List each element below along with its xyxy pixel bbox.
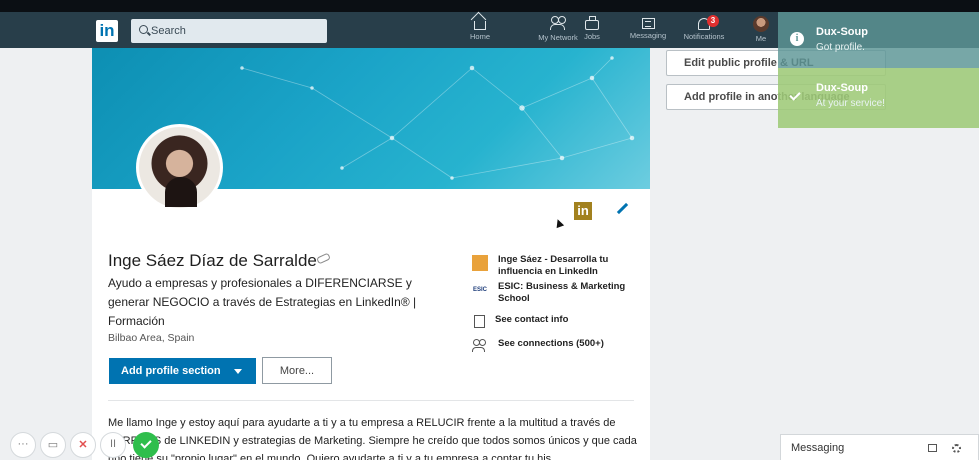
- profile-card: in Inge Sáez Díaz de Sarralde Ayudo a em…: [92, 48, 650, 460]
- linkedin-logo[interactable]: in: [96, 20, 118, 42]
- nav-jobs[interactable]: Jobs: [580, 14, 604, 46]
- profile-name: Inge Sáez Díaz de Sarralde: [108, 251, 317, 270]
- add-profile-section-button[interactable]: Add profile section: [109, 358, 256, 384]
- sidebar-item-education[interactable]: ESIC ESIC: Business & Marketing School: [472, 281, 648, 305]
- duxsoup-title: Dux-Soup: [816, 26, 868, 38]
- screen-share-icon: ▭: [47, 439, 59, 451]
- profile-location: Bilbao Area, Spain: [108, 332, 195, 344]
- nav-me-label: Me: [755, 34, 767, 43]
- messaging-label: Messaging: [791, 442, 845, 454]
- sidebar-item-connections[interactable]: See connections (500+): [472, 338, 648, 355]
- top-strip: [0, 0, 979, 12]
- sidebar-item-label: ESIC: Business & Marketing School: [498, 281, 626, 304]
- me-avatar: [753, 16, 769, 32]
- duxsoup-message: Got profile.: [816, 42, 865, 53]
- close-icon: ✕: [78, 439, 88, 451]
- duxsoup-notification-info[interactable]: i Dux-Soup Got profile.: [778, 12, 979, 68]
- briefcase-icon: [585, 16, 599, 30]
- nav-messaging[interactable]: Messaging: [626, 14, 670, 46]
- search-input[interactable]: [151, 19, 321, 43]
- pause-icon: II: [109, 438, 117, 450]
- sidebar-item-contact-info[interactable]: See contact info: [472, 314, 645, 328]
- esic-logo-icon: ESIC: [472, 287, 487, 293]
- network-icon: [550, 16, 566, 31]
- about-summary: Me llamo Inge y estoy aquí para ayudarte…: [108, 417, 637, 460]
- more-dots-icon: ···: [17, 438, 29, 450]
- home-icon: [474, 21, 486, 30]
- nav-notifications[interactable]: Notifications: [676, 14, 732, 46]
- sidebar-item-label: Inge Sáez - Desarrolla tu influencia en …: [498, 254, 609, 277]
- sidebar-item-label: See contact info: [495, 314, 569, 325]
- nav-my-network-label: My Network: [538, 33, 578, 42]
- nav-my-network[interactable]: My Network: [536, 14, 580, 46]
- call-close-button[interactable]: ✕: [70, 432, 96, 458]
- mouse-cursor-icon: [553, 217, 565, 229]
- call-accept-button[interactable]: [133, 432, 159, 458]
- notifications-badge: 3: [707, 15, 719, 27]
- search-box[interactable]: [131, 19, 327, 43]
- check-icon: [789, 89, 801, 101]
- messaging-panel[interactable]: Messaging: [780, 434, 979, 460]
- add-profile-section-label: Add profile section: [121, 365, 221, 377]
- pronunciation-tag-icon: [316, 252, 331, 265]
- compose-icon[interactable]: [928, 444, 937, 452]
- linkedin-badge-icon[interactable]: in: [574, 202, 592, 220]
- call-screen-button[interactable]: ▭: [40, 432, 66, 458]
- sidebar-item-current-company[interactable]: Inge Sáez - Desarrolla tu influencia en …: [472, 254, 648, 278]
- nav-me[interactable]: Me: [748, 14, 774, 46]
- company-logo-icon: [472, 255, 488, 271]
- edit-pencil-icon[interactable]: [616, 202, 629, 215]
- nav-jobs-label: Jobs: [584, 32, 600, 41]
- duxsoup-title: Dux-Soup: [816, 82, 868, 94]
- divider: [108, 400, 634, 401]
- sidebar-item-label: See connections (500+): [498, 338, 604, 349]
- nav-messaging-label: Messaging: [629, 31, 667, 40]
- nav-home[interactable]: Home: [468, 14, 492, 46]
- profile-headline: Ayudo a empresas y profesionales a DIFER…: [108, 276, 417, 328]
- nav-notifications-label: Notifications: [683, 32, 725, 41]
- contact-card-icon: [474, 315, 485, 328]
- nav-home-label: Home: [469, 32, 490, 41]
- duxsoup-notification-success[interactable]: Dux-Soup At your service!: [778, 68, 979, 128]
- messaging-icon: [641, 18, 655, 29]
- more-button[interactable]: More...: [262, 357, 332, 384]
- duxsoup-message: At your service!: [816, 98, 885, 109]
- search-icon: [139, 25, 148, 34]
- connections-icon: [472, 339, 488, 355]
- call-pause-button[interactable]: II: [100, 432, 126, 458]
- gear-icon[interactable]: [952, 444, 961, 453]
- chevron-down-icon: [234, 369, 242, 374]
- profile-photo[interactable]: [136, 124, 223, 211]
- check-icon: [140, 437, 152, 449]
- call-more-button[interactable]: ···: [10, 432, 36, 458]
- info-icon: i: [790, 32, 804, 46]
